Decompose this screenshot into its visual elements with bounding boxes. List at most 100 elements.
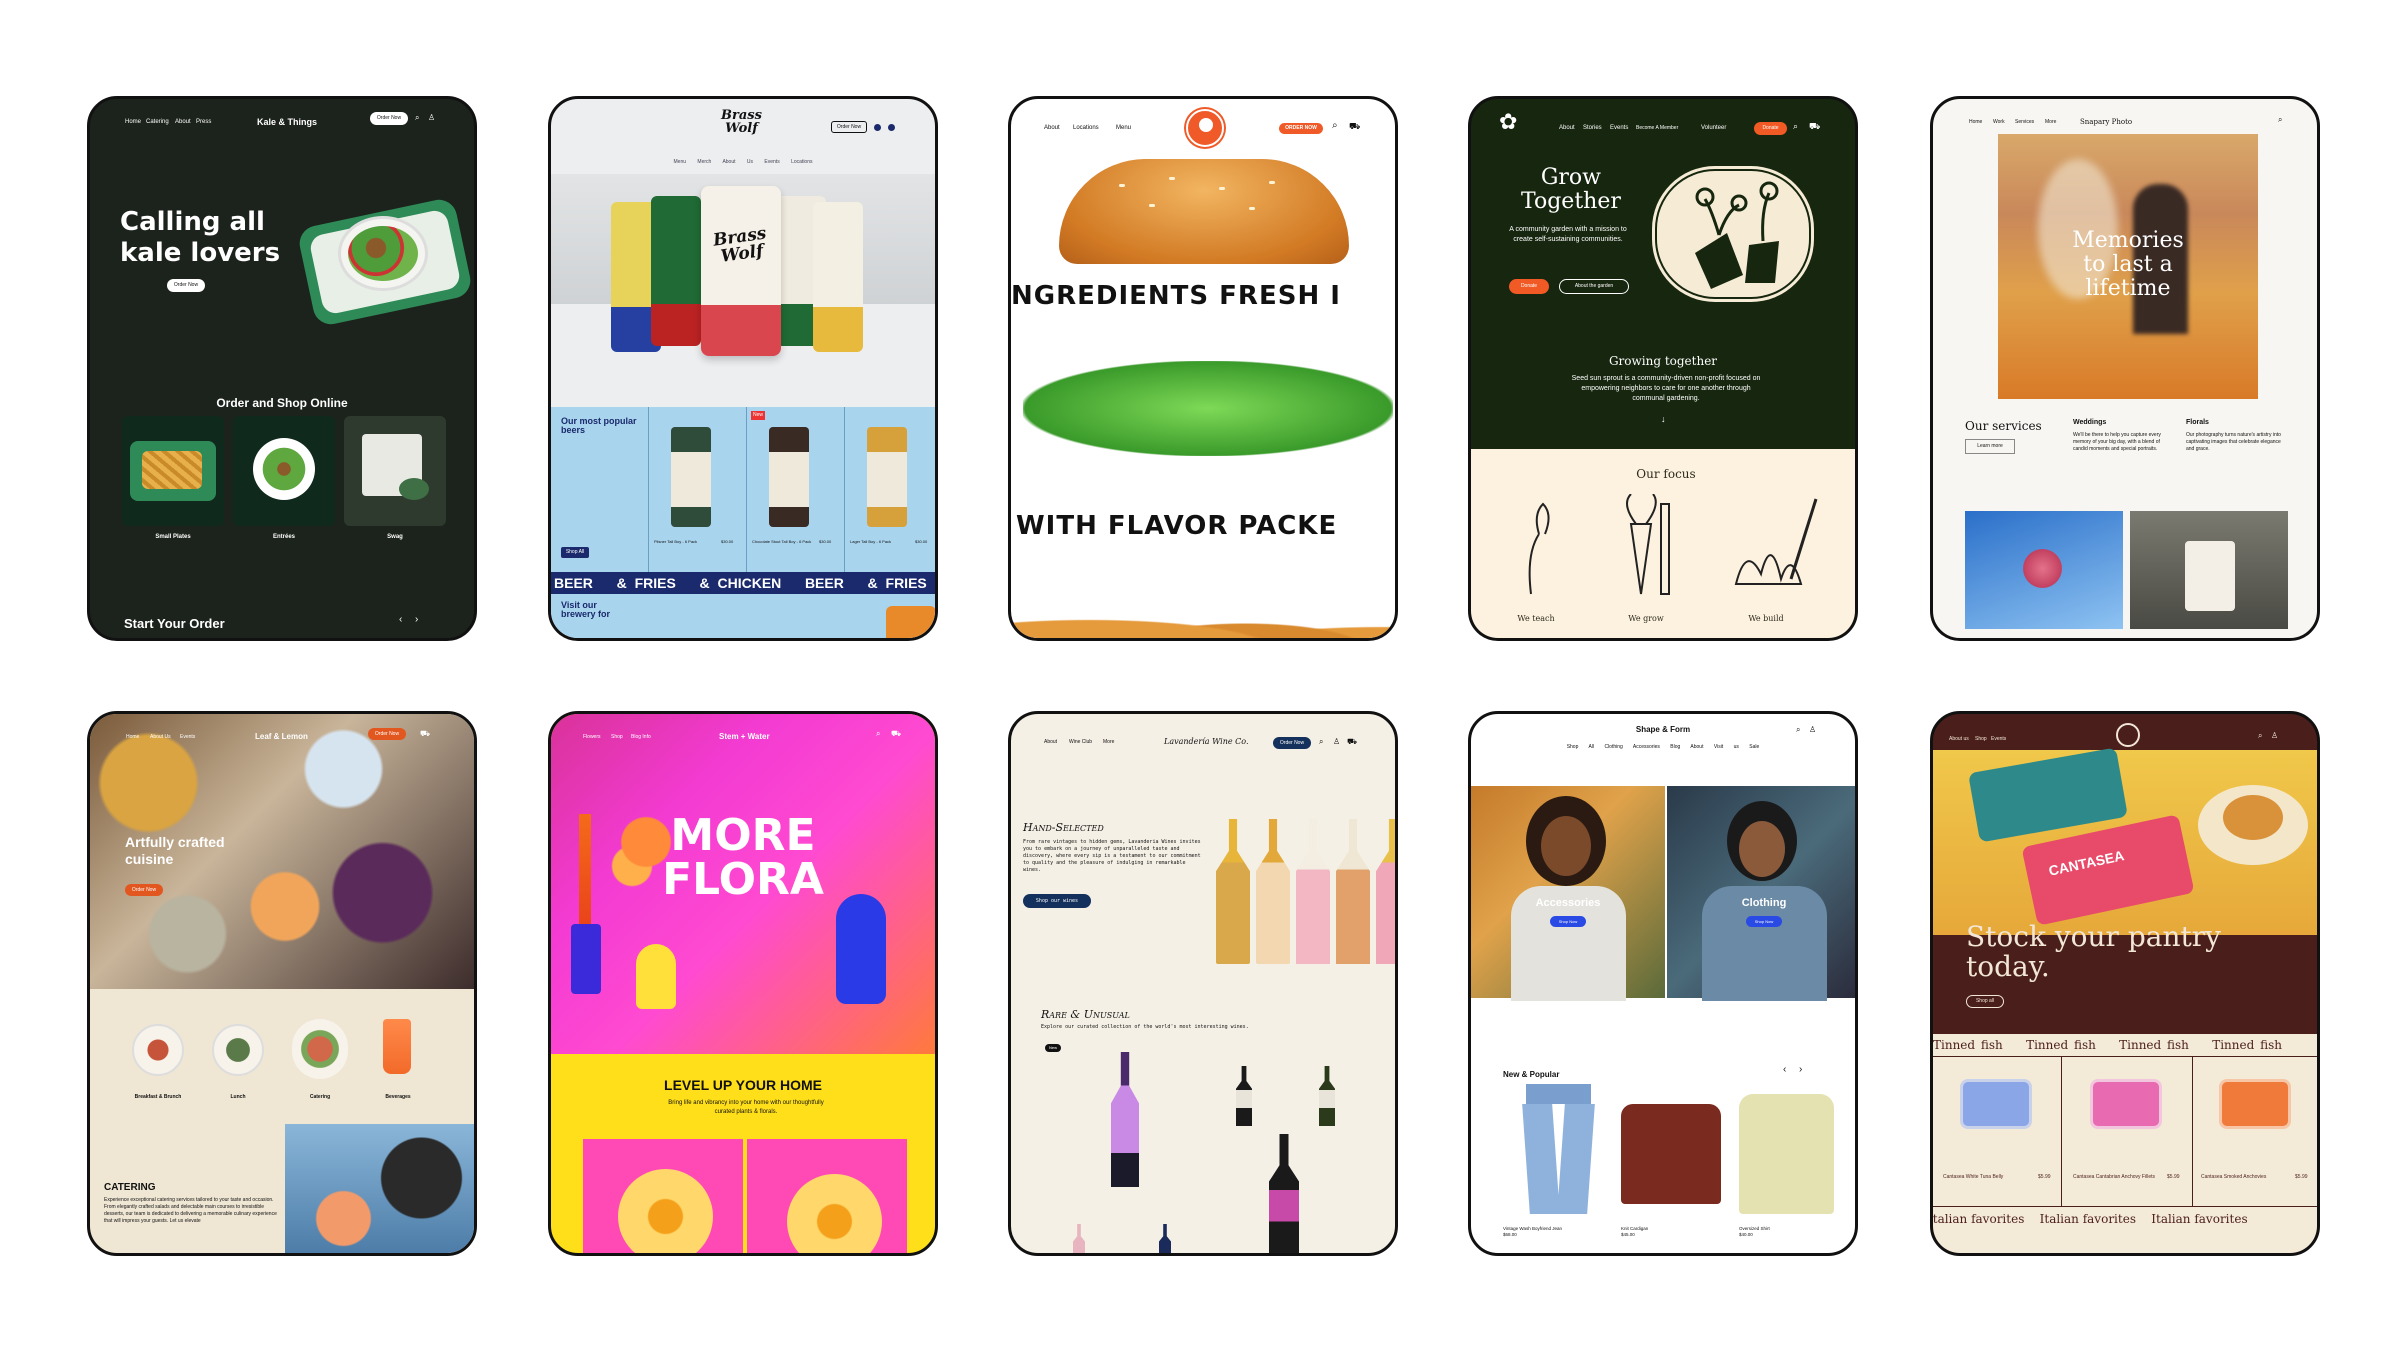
wine-bottle[interactable] bbox=[1319, 1066, 1335, 1126]
product-name[interactable]: Pilsner Tall Boy - 6 Pack bbox=[654, 539, 714, 544]
nav-events[interactable]: Events bbox=[180, 734, 195, 740]
order-now-button[interactable]: ORDER NOW bbox=[1279, 123, 1323, 134]
nav-press[interactable]: Press bbox=[196, 119, 211, 125]
brand-name[interactable]: Snapary Photo bbox=[2080, 118, 2132, 126]
nav-more[interactable]: More bbox=[2045, 119, 2056, 125]
brand-name[interactable]: Kale & Things bbox=[257, 117, 317, 127]
nav-stories[interactable]: Stories bbox=[1583, 125, 1602, 131]
cart-icon[interactable]: ⛟ bbox=[1347, 737, 1357, 747]
nav-wine-club[interactable]: Wine Club bbox=[1069, 739, 1092, 745]
search-icon[interactable] bbox=[874, 124, 881, 131]
product-tin[interactable] bbox=[2090, 1079, 2162, 1129]
search-icon[interactable]: ⌕ bbox=[415, 113, 419, 123]
product-image[interactable] bbox=[1739, 1094, 1834, 1214]
beer-can[interactable] bbox=[671, 427, 711, 527]
garden-card[interactable]: ✿ About Stories Events Become A Member V… bbox=[1468, 96, 1858, 641]
brand-logo[interactable]: Brass Wolf bbox=[721, 109, 762, 135]
chevron-left-icon[interactable]: ‹ bbox=[399, 614, 402, 625]
nav-about[interactable]: About Us bbox=[722, 159, 753, 165]
main-nav[interactable]: Shop All Clothing Accessories Blog About… bbox=[1471, 744, 1855, 750]
shop-accessories-button[interactable]: Shop Now bbox=[1550, 916, 1586, 927]
nav-menu[interactable]: Menu bbox=[674, 159, 687, 165]
burger-card[interactable]: About Locations Menu ORDER NOW ⌕ ⛟ NGRED… bbox=[1008, 96, 1398, 641]
nav-work[interactable]: Work bbox=[1993, 119, 2005, 125]
product-tin[interactable] bbox=[1960, 1079, 2032, 1129]
chevron-right-icon[interactable]: › bbox=[415, 614, 418, 625]
wine-bottle[interactable] bbox=[1236, 1066, 1252, 1126]
product-name[interactable]: Cantasea Cantabrian Anchovy Fillets bbox=[2073, 1174, 2163, 1181]
product-name[interactable]: Cantasea Smoked Anchovies bbox=[2201, 1174, 2291, 1181]
flora-card[interactable]: Flowers Shop Blog Info Stem + Water ⌕ ⛟ … bbox=[548, 711, 938, 1256]
nav-about[interactable]: About bbox=[1044, 739, 1057, 745]
nav-volunteer[interactable]: Volunteer bbox=[1701, 125, 1726, 131]
brand-name[interactable]: Lavandería Wine Co. bbox=[1164, 737, 1248, 746]
sub-nav[interactable]: Menu Merch About Us Events Locations bbox=[551, 159, 935, 165]
user-icon[interactable]: ♙ bbox=[1333, 737, 1340, 746]
nav-blog[interactable]: Blog Info bbox=[631, 734, 651, 740]
search-icon[interactable]: ⌕ bbox=[2278, 115, 2282, 125]
product-image[interactable] bbox=[1516, 1084, 1601, 1214]
category-tile-swag[interactable] bbox=[344, 416, 446, 526]
clothing-panel[interactable] bbox=[1667, 786, 1855, 1001]
search-icon[interactable]: ⌕ bbox=[1319, 737, 1323, 747]
nav-blog[interactable]: Blog bbox=[1670, 744, 1680, 750]
nav-home[interactable]: Home bbox=[125, 119, 141, 125]
search-icon[interactable]: ⌕ bbox=[2258, 731, 2262, 741]
shop-all-button[interactable]: Shop All bbox=[561, 547, 589, 558]
order-now-button[interactable]: Order Now bbox=[1273, 737, 1311, 749]
product-name[interactable]: Vintage Wash Boyfriend Jean $68.00 bbox=[1503, 1226, 1603, 1238]
pantry-card[interactable]: About us Shop Events ⌕ ♙ CANTASEA Stock … bbox=[1930, 711, 2320, 1256]
brand-logo[interactable] bbox=[2116, 723, 2140, 747]
nav-about[interactable]: About us bbox=[1949, 736, 1969, 742]
brand-name[interactable]: Stem + Water bbox=[719, 732, 770, 741]
nav-home[interactable]: Home bbox=[1969, 119, 1982, 125]
nav-member[interactable]: Become A Member bbox=[1636, 125, 1678, 131]
nav-about[interactable]: About bbox=[1690, 744, 1703, 750]
dish-image[interactable] bbox=[132, 1024, 184, 1076]
nav-accessories[interactable]: Accessories bbox=[1633, 744, 1660, 750]
product-tile[interactable] bbox=[747, 1139, 907, 1253]
user-icon[interactable]: ♙ bbox=[2271, 731, 2278, 740]
nav-home[interactable]: Home bbox=[126, 734, 139, 740]
beer-can[interactable] bbox=[867, 427, 907, 527]
chevron-right-icon[interactable]: › bbox=[1799, 1064, 1802, 1075]
arrow-down-icon[interactable]: ↓ bbox=[1661, 414, 1666, 424]
accessories-panel[interactable] bbox=[1471, 786, 1665, 1001]
nav-locations[interactable]: Locations bbox=[1073, 125, 1099, 131]
shop-clothing-button[interactable]: Shop Now bbox=[1746, 916, 1782, 927]
order-now-button[interactable]: Order Now bbox=[368, 728, 406, 740]
nav-locations[interactable]: Locations bbox=[791, 159, 812, 165]
nav-events[interactable]: Events bbox=[1610, 125, 1628, 131]
search-icon[interactable]: ⌕ bbox=[1332, 120, 1338, 131]
nav-services[interactable]: Services bbox=[2015, 119, 2034, 125]
user-icon[interactable]: ♙ bbox=[1809, 725, 1816, 734]
brand-name[interactable]: Leaf & Lemon bbox=[255, 732, 308, 741]
cart-icon[interactable]: ⛟ bbox=[1349, 121, 1360, 133]
product-tile[interactable] bbox=[583, 1139, 743, 1253]
kale-card[interactable]: Home Catering About Press Kale & Things … bbox=[87, 96, 477, 641]
search-icon[interactable]: ⌕ bbox=[1793, 121, 1798, 132]
nav-merch[interactable]: Merch bbox=[697, 159, 711, 165]
beer-can[interactable] bbox=[769, 427, 809, 527]
search-icon[interactable]: ⌕ bbox=[876, 729, 880, 739]
hero-order-button[interactable]: Order Now bbox=[167, 279, 205, 292]
nav-visit[interactable]: Visit us bbox=[1714, 744, 1739, 750]
nav-clothing[interactable]: Clothing bbox=[1604, 744, 1622, 750]
product-tin[interactable] bbox=[2219, 1079, 2291, 1129]
nav-shop[interactable]: Shop bbox=[1975, 736, 1987, 742]
product-name[interactable]: Cantasea White Tuna Belly bbox=[1943, 1174, 2043, 1181]
category-tile-small-plates[interactable] bbox=[122, 416, 224, 526]
nav-flowers[interactable]: Flowers bbox=[583, 734, 601, 740]
nav-catering[interactable]: Catering bbox=[146, 119, 169, 125]
shop-wines-button[interactable]: Shop our wines bbox=[1023, 894, 1091, 908]
search-icon[interactable]: ⌕ bbox=[1796, 725, 1800, 735]
wine-bottle[interactable] bbox=[1111, 1052, 1139, 1187]
nav-events[interactable]: Events bbox=[1991, 736, 2006, 742]
order-now-button[interactable]: Order Now bbox=[370, 112, 408, 125]
leaf-lemon-card[interactable]: Home About Us Events Leaf & Lemon Order … bbox=[87, 711, 477, 1256]
photo-card[interactable]: Home Work Services More Snapary Photo ⌕ … bbox=[1930, 96, 2320, 641]
donate-nav-button[interactable]: Donate bbox=[1754, 122, 1787, 135]
cart-icon[interactable] bbox=[888, 124, 895, 131]
nav-about[interactable]: About bbox=[1559, 125, 1575, 131]
nav-events[interactable]: Events bbox=[764, 159, 779, 165]
